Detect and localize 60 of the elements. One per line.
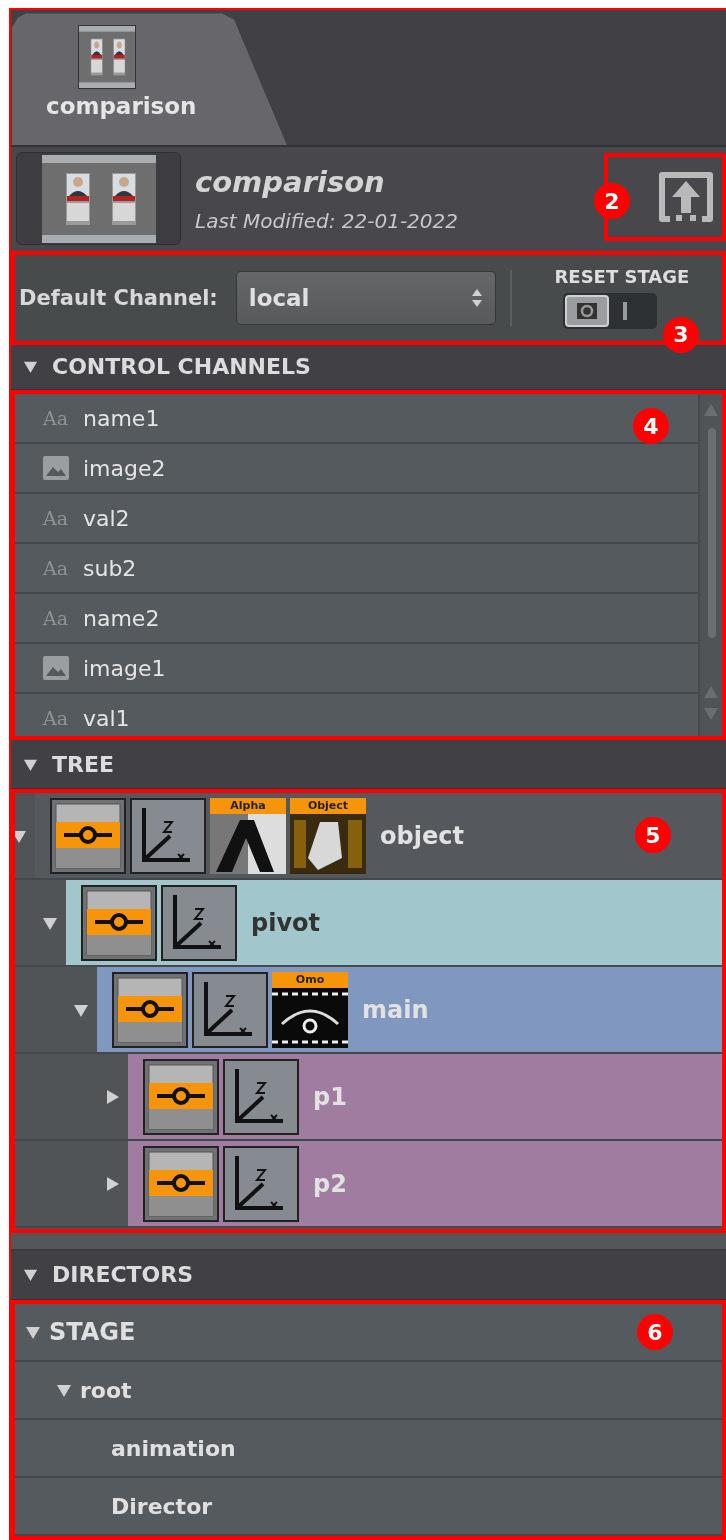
transform-icon[interactable] [143, 1145, 219, 1222]
node-name: main [362, 995, 429, 1024]
expand-arrow-icon[interactable] [104, 1175, 120, 1192]
omo-effect-icon[interactable] [272, 987, 348, 1048]
alpha-effect-icon[interactable] [210, 813, 286, 874]
node-name: p1 [313, 1082, 347, 1111]
text-type-icon: Aa [43, 707, 79, 730]
effect-label: Object [290, 797, 366, 814]
axis-icon[interactable] [223, 1145, 299, 1222]
node-name: pivot [251, 908, 320, 937]
axis-icon[interactable] [223, 1058, 299, 1135]
director-name: animation [111, 1435, 236, 1461]
channel-name: name1 [83, 405, 160, 431]
channel-name: image1 [83, 655, 166, 681]
field-label: Default Channel: [19, 285, 218, 310]
tree-node-row[interactable]: p1 [128, 1054, 722, 1140]
transform-icon[interactable] [50, 797, 126, 874]
effect-label: Omo [272, 971, 348, 988]
text-type-icon: Aa [43, 407, 79, 430]
text-type-icon: Aa [43, 607, 79, 630]
director-name: Director [111, 1493, 213, 1519]
tree-node-row[interactable]: pivot [66, 880, 722, 966]
camera-icon [575, 302, 598, 321]
document-tab[interactable]: comparison [12, 13, 287, 146]
axis-icon[interactable] [192, 971, 268, 1048]
channel-name: val2 [83, 505, 130, 531]
node-name: p2 [313, 1169, 347, 1198]
collapse-arrow-icon[interactable] [25, 1324, 41, 1340]
director-name: root [80, 1377, 132, 1403]
text-type-icon: Aa [43, 557, 79, 580]
collapse-arrow-icon[interactable] [23, 1267, 38, 1283]
callout-badge: 2 [594, 183, 630, 220]
spinner-icon [470, 287, 483, 308]
axis-icon[interactable] [161, 884, 237, 961]
collapse-arrow-icon[interactable] [56, 1382, 72, 1398]
last-modified: Last Modified: 22-01-2022 [195, 208, 459, 233]
transform-icon[interactable] [112, 971, 188, 1048]
object-effect-icon[interactable] [290, 813, 366, 874]
image-icon [43, 656, 69, 681]
channel-select[interactable]: local [235, 270, 496, 325]
director-name: STAGE [49, 1318, 136, 1346]
reset-stage-label: RESET STAGE [554, 266, 690, 288]
document-title: comparison [195, 164, 386, 199]
reset-stage-toggle[interactable] [562, 293, 657, 330]
expand-arrow-icon[interactable] [104, 1088, 120, 1105]
transform-icon[interactable] [143, 1058, 219, 1135]
effect-label: Alpha [210, 797, 286, 814]
text-type-icon: Aa [43, 507, 79, 530]
channel-name: sub2 [83, 555, 137, 581]
channel-name: val1 [83, 705, 130, 731]
tree-node-row[interactable]: p2 [128, 1141, 722, 1227]
channel-name: name2 [83, 605, 160, 631]
on-indicator-icon [622, 302, 627, 321]
transform-icon[interactable] [81, 884, 157, 961]
axis-icon[interactable] [130, 797, 206, 874]
node-name: object [380, 821, 464, 850]
collapse-arrow-icon[interactable] [23, 359, 38, 375]
tree-node-row[interactable]: Omo main [97, 967, 722, 1053]
channel-name: image2 [83, 455, 166, 481]
image-icon [43, 456, 69, 481]
